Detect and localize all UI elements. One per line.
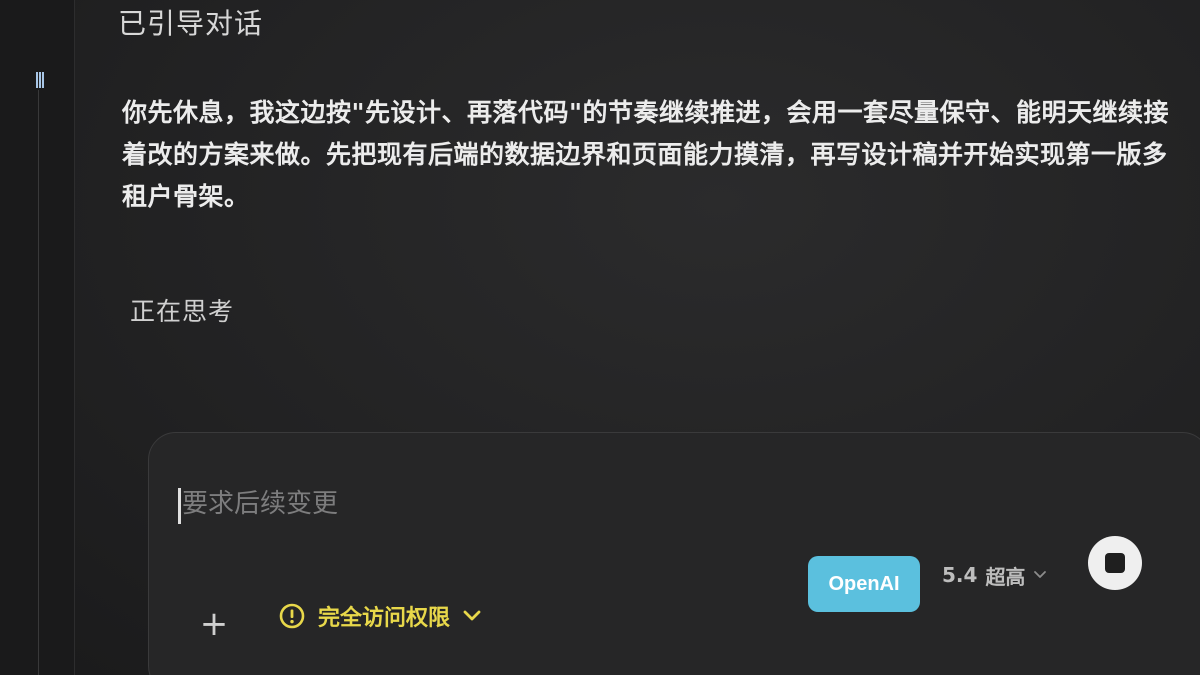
model-selector[interactable]: 5.4 超高 (942, 560, 1047, 590)
thinking-indicator: 正在思考 (130, 297, 235, 326)
provider-badge[interactable]: OpenAI (808, 556, 920, 612)
provider-badge-label: OpenAI (828, 572, 900, 595)
composer-box (148, 432, 1200, 675)
model-version: 5.4 (942, 563, 978, 587)
access-permission-label: 完全访问权限 (318, 606, 451, 631)
warning-circle-icon (278, 602, 306, 630)
text-caret (178, 488, 181, 524)
stop-button[interactable] (1088, 536, 1142, 590)
status-title: 已引导对话 (118, 7, 264, 40)
chevron-down-icon (462, 609, 482, 623)
access-permission-dropdown[interactable]: 完全访问权限 (278, 596, 482, 636)
gutter-divider (38, 90, 39, 675)
chevron-down-icon (1033, 570, 1047, 580)
chat-window: 已引导对话 你先休息，我这边按"先设计、再落代码"的节奏继续推进，会用一套尽量保… (0, 0, 1200, 675)
left-gutter (0, 0, 75, 675)
stop-icon (1105, 553, 1125, 573)
scroll-marker (36, 72, 44, 88)
add-attachment-button[interactable]: + (194, 604, 234, 644)
plus-icon: + (199, 604, 229, 644)
model-tier: 超高 (985, 564, 1026, 589)
follow-up-input[interactable] (182, 484, 782, 524)
assistant-message: 你先休息，我这边按"先设计、再落代码"的节奏继续推进，会用一套尽量保守、能明天继… (122, 98, 1170, 211)
